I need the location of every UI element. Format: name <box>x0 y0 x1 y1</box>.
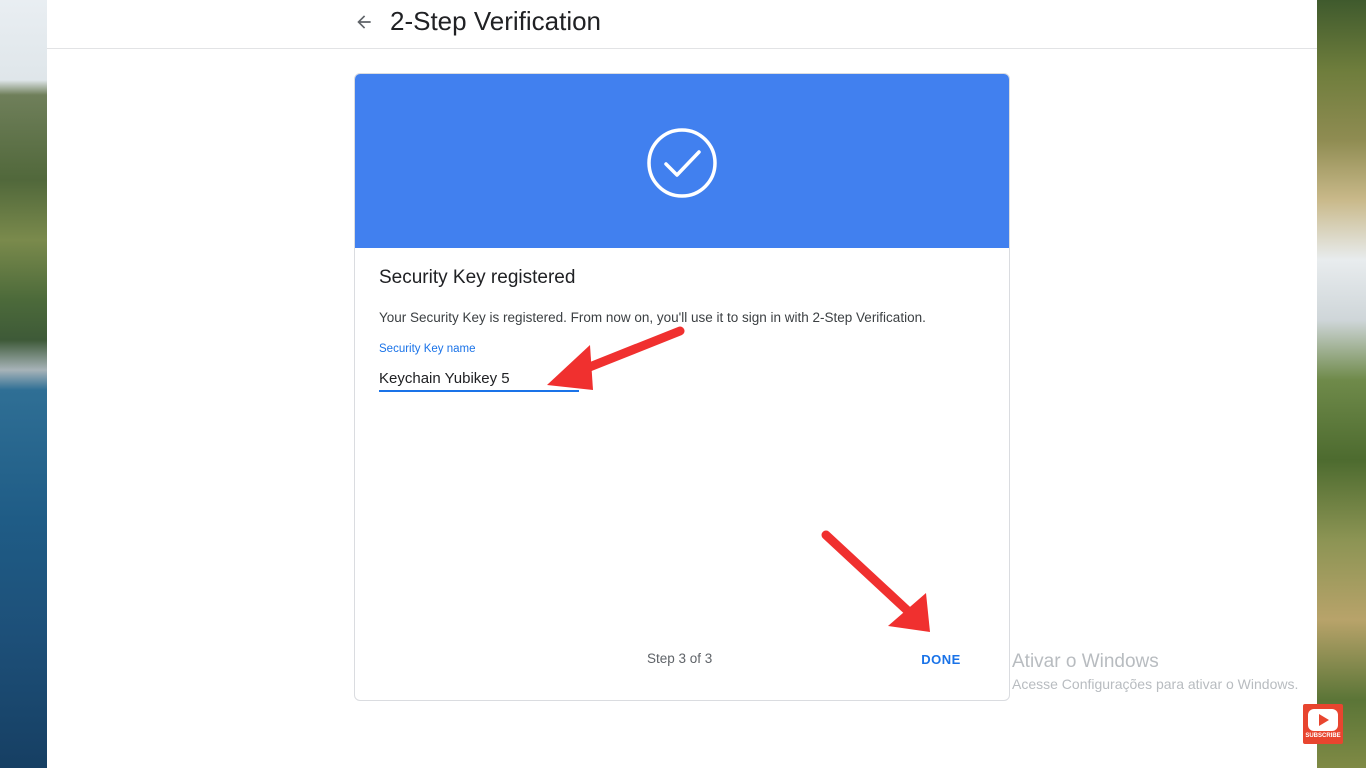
desktop-wallpaper-right <box>1317 0 1366 768</box>
play-icon <box>1308 709 1338 731</box>
subscribe-badge[interactable]: SUBSCRIBE <box>1303 704 1343 744</box>
windows-activation-watermark: Ativar o Windows Acesse Configurações pa… <box>1012 651 1298 695</box>
card-heading: Security Key registered <box>379 267 576 288</box>
check-circle-icon <box>647 128 717 198</box>
security-key-name-label: Security Key name <box>379 343 476 355</box>
registration-card: Security Key registered Your Security Ke… <box>354 73 1010 701</box>
windows-activation-subtitle: Acesse Configurações para ativar o Windo… <box>1012 676 1299 692</box>
arrow-left-icon <box>357 15 371 29</box>
subscribe-label: SUBSCRIBE <box>1305 733 1341 739</box>
back-button[interactable] <box>350 8 378 36</box>
card-hero-banner <box>355 74 1009 248</box>
security-key-name-input[interactable] <box>379 366 579 392</box>
desktop-wallpaper-left <box>0 0 47 768</box>
done-button[interactable]: DONE <box>913 644 969 674</box>
top-bar: 2-Step Verification <box>47 0 1317 49</box>
page-title: 2-Step Verification <box>390 6 602 36</box>
windows-activation-title: Ativar o Windows <box>1012 651 1159 672</box>
step-indicator: Step 3 of 3 <box>647 651 713 666</box>
card-description: Your Security Key is registered. From no… <box>379 310 926 325</box>
